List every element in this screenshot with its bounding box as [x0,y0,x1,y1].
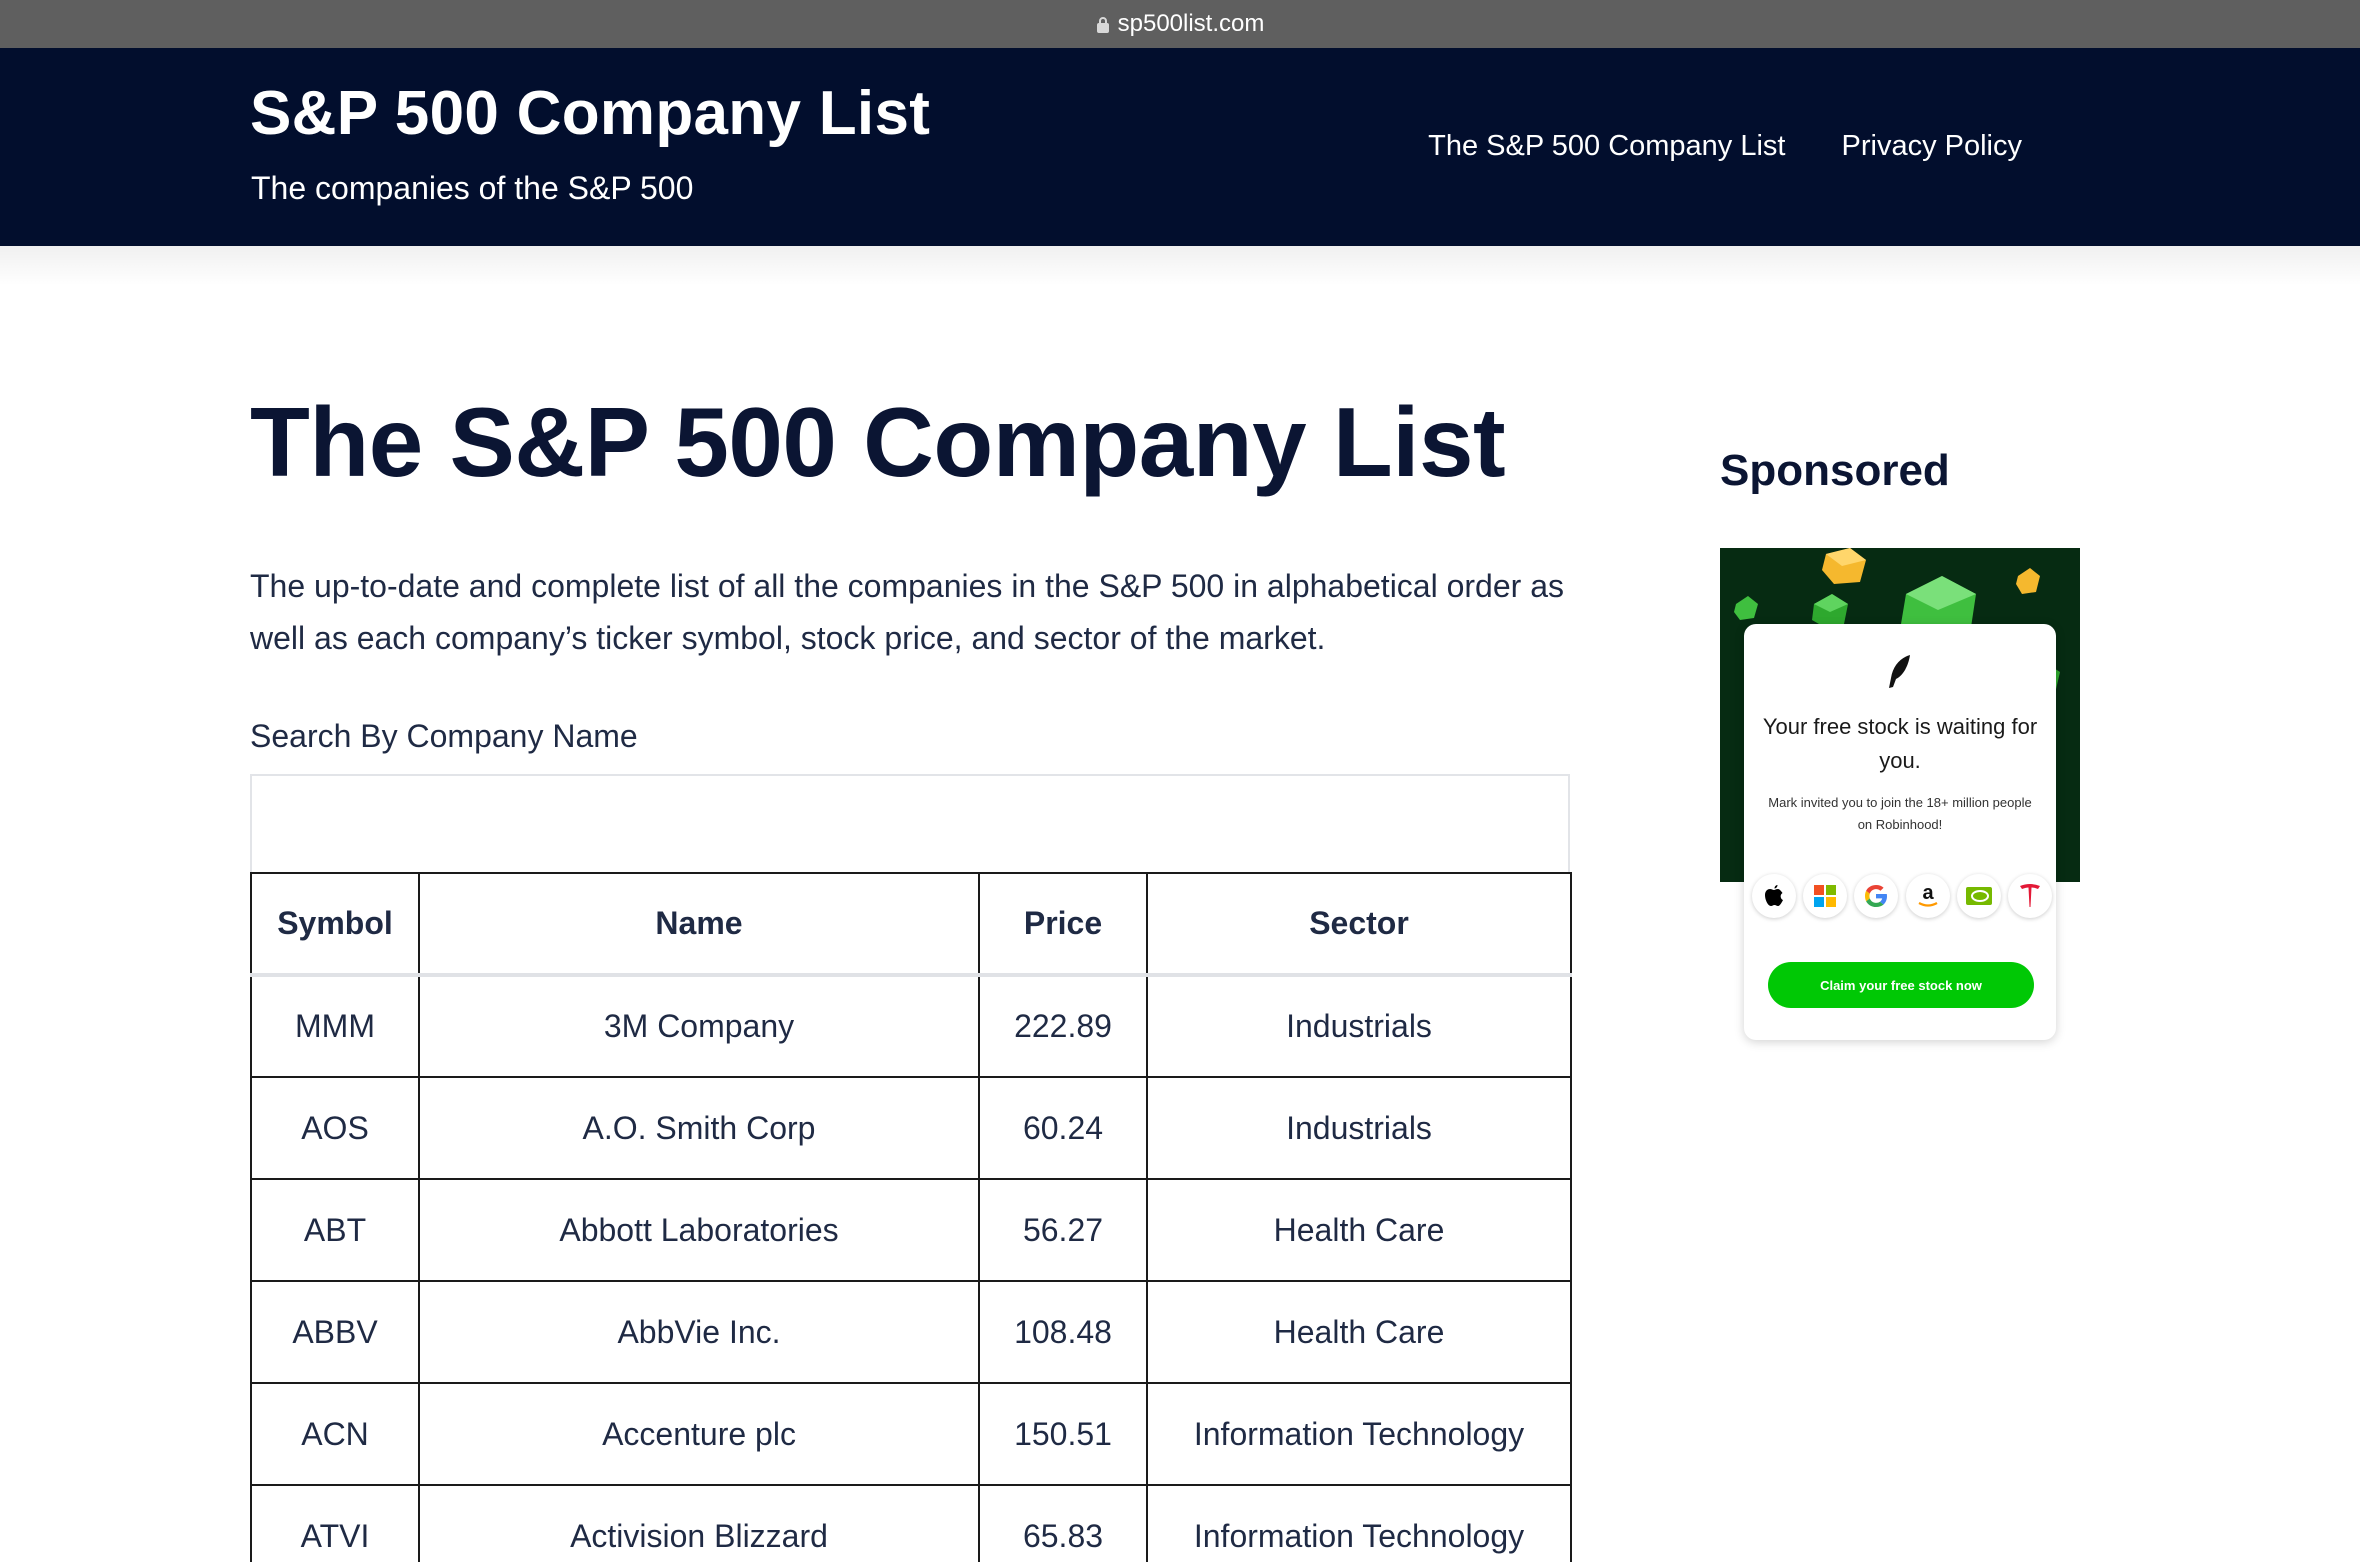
intro-text: The up-to-date and complete list of all … [250,568,1564,656]
cell-symbol: ABT [250,1178,420,1282]
search-input[interactable] [250,774,1570,874]
cell-price: 108.48 [978,1280,1148,1384]
claim-free-stock-button[interactable]: Claim your free stock now [1768,962,2034,1008]
page-title: The S&P 500 Company List [250,387,1506,497]
cube-decoration [2016,568,2040,594]
cell-price: 60.24 [978,1076,1148,1180]
url-text: sp500list.com [1117,10,1265,37]
cell-sector: Information Technology [1146,1484,1572,1562]
ad-subtext: Mark invited you to join the 18+ million… [1768,795,2032,832]
cell-name: Accenture plc [418,1382,980,1486]
cell-sector: Health Care [1146,1280,1572,1384]
nav-link-privacy-policy[interactable]: Privacy Policy [1842,130,2023,163]
column-header-price[interactable]: Price [978,872,1148,977]
cell-symbol: ABBV [250,1280,420,1384]
cell-symbol: AOS [250,1076,420,1180]
nvidia-icon [1956,874,2001,918]
cell-symbol: MMM [250,974,420,1078]
table-row: ACN Accenture plc 150.51 Information Tec… [250,1382,1572,1486]
robinhood-feather-icon [1889,655,1910,688]
cell-price: 222.89 [978,974,1148,1078]
table-row: ATVI Activision Blizzard 65.83 Informati… [250,1484,1572,1562]
table-row: ABBV AbbVie Inc. 108.48 Health Care [250,1280,1572,1384]
site-tagline: The companies of the S&P 500 [251,170,694,206]
ad-card: Your free stock is waiting for you. Mark… [1744,624,2056,1040]
company-logos: a [1752,874,2052,918]
microsoft-icon [1803,874,1848,918]
cell-name: 3M Company [418,974,980,1078]
ad-headline: Your free stock is waiting for you. [1762,714,2038,773]
browser-url-bar[interactable]: sp500list.com [0,0,2360,48]
cell-symbol: ACN [250,1382,420,1486]
amazon-icon: a [1905,874,1950,918]
tesla-icon [2007,874,2052,918]
companies-table: Symbol Name Price Sector MMM 3M Company … [250,872,1572,1562]
cell-price: 56.27 [978,1178,1148,1282]
column-header-sector[interactable]: Sector [1146,872,1572,977]
table-row: AOS A.O. Smith Corp 60.24 Industrials [250,1076,1572,1180]
table-row: ABT Abbott Laboratories 56.27 Health Car… [250,1178,1572,1282]
table-row: MMM 3M Company 222.89 Industrials [250,974,1572,1078]
table-header-row: Symbol Name Price Sector [250,872,1572,977]
cell-sector: Health Care [1146,1178,1572,1282]
cell-price: 150.51 [978,1382,1148,1486]
svg-text:a: a [1922,882,1934,904]
sponsored-heading: Sponsored [1720,446,1950,495]
nav-link-company-list[interactable]: The S&P 500 Company List [1428,130,1785,163]
search-label: Search By Company Name [250,718,638,754]
column-header-name[interactable]: Name [418,872,980,977]
cell-symbol: ATVI [250,1484,420,1562]
cell-name: A.O. Smith Corp [418,1076,980,1180]
sponsored-ad[interactable]: Your free stock is waiting for you. Mark… [1720,548,2082,1048]
cube-decoration [1812,594,1848,628]
site-header: S&P 500 Company List The companies of th… [0,48,2360,246]
cell-sector: Industrials [1146,974,1572,1078]
cell-sector: Information Technology [1146,1382,1572,1486]
lock-icon [1096,17,1109,33]
cell-name: Abbott Laboratories [418,1178,980,1282]
cube-decoration [1822,548,1866,584]
header-shadow [0,246,2360,286]
cube-decoration [1734,596,1758,620]
google-icon [1854,874,1899,918]
column-header-symbol[interactable]: Symbol [250,872,420,977]
site-title[interactable]: S&P 500 Company List [250,78,930,149]
main-nav: The S&P 500 Company List Privacy Policy [1428,130,2022,163]
apple-icon [1752,874,1796,918]
cell-name: Activision Blizzard [418,1484,980,1562]
cell-name: AbbVie Inc. [418,1280,980,1384]
cell-price: 65.83 [978,1484,1148,1562]
cell-sector: Industrials [1146,1076,1572,1180]
